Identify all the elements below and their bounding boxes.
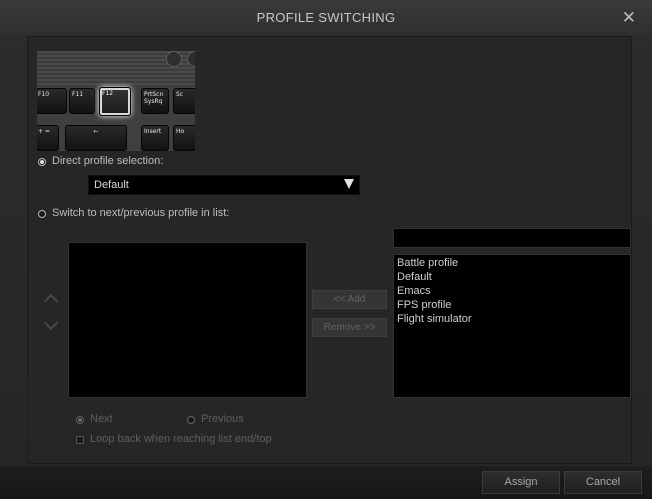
- list-item[interactable]: FPS profile: [397, 299, 451, 311]
- key-home: Ho: [173, 125, 195, 151]
- switch-profile-label: Switch to next/previous profile in list:: [52, 207, 230, 219]
- dialog-title: PROFILE SWITCHING: [256, 10, 396, 25]
- list-item[interactable]: Default: [397, 271, 432, 283]
- profile-cycle-list[interactable]: [68, 242, 307, 398]
- key-f10: F10: [37, 88, 67, 114]
- key-plus-equals: + =: [37, 125, 59, 151]
- close-icon[interactable]: ✕: [622, 9, 636, 27]
- loop-label: Loop back when reaching list end/top: [90, 433, 272, 445]
- remove-button[interactable]: Remove >>: [312, 318, 387, 337]
- keyboard-knob-icon: [166, 51, 182, 67]
- direct-profile-radio[interactable]: [38, 158, 46, 166]
- key-scroll-lock: Sc: [173, 88, 195, 114]
- add-button[interactable]: << Add: [312, 290, 387, 309]
- next-radio[interactable]: [76, 416, 84, 424]
- keyboard-image: F10 F11 F12 PrtScn SysRq Sc + = ← Insert…: [37, 51, 195, 151]
- cancel-button[interactable]: Cancel: [564, 471, 642, 494]
- switch-profile-radio[interactable]: [38, 210, 46, 218]
- list-item[interactable]: Flight simulator: [397, 313, 472, 325]
- key-prtscn: PrtScn SysRq: [141, 88, 169, 114]
- direct-profile-label: Direct profile selection:: [52, 155, 164, 167]
- list-item[interactable]: Emacs: [397, 285, 431, 297]
- profile-dropdown-value: Default: [94, 179, 129, 191]
- profile-switching-dialog: PROFILE SWITCHING ✕ F10 F11 F12 PrtScn S…: [0, 0, 652, 499]
- key-backspace: ←: [65, 125, 127, 151]
- next-label: Next: [90, 413, 113, 425]
- previous-label: Previous: [201, 413, 244, 425]
- available-profiles-list[interactable]: Battle profile Default Emacs FPS profile…: [393, 254, 631, 398]
- key-f12-highlighted: F12: [99, 87, 131, 116]
- key-insert: Insert: [141, 125, 169, 151]
- dropdown-arrow-icon: [344, 179, 354, 189]
- assign-button[interactable]: Assign: [482, 471, 560, 494]
- key-f11: F11: [69, 88, 95, 114]
- previous-radio[interactable]: [187, 416, 195, 424]
- profile-dropdown[interactable]: Default: [88, 175, 360, 195]
- list-item[interactable]: Battle profile: [397, 257, 458, 269]
- loop-checkbox[interactable]: [76, 436, 84, 444]
- profile-search-input[interactable]: [393, 228, 631, 248]
